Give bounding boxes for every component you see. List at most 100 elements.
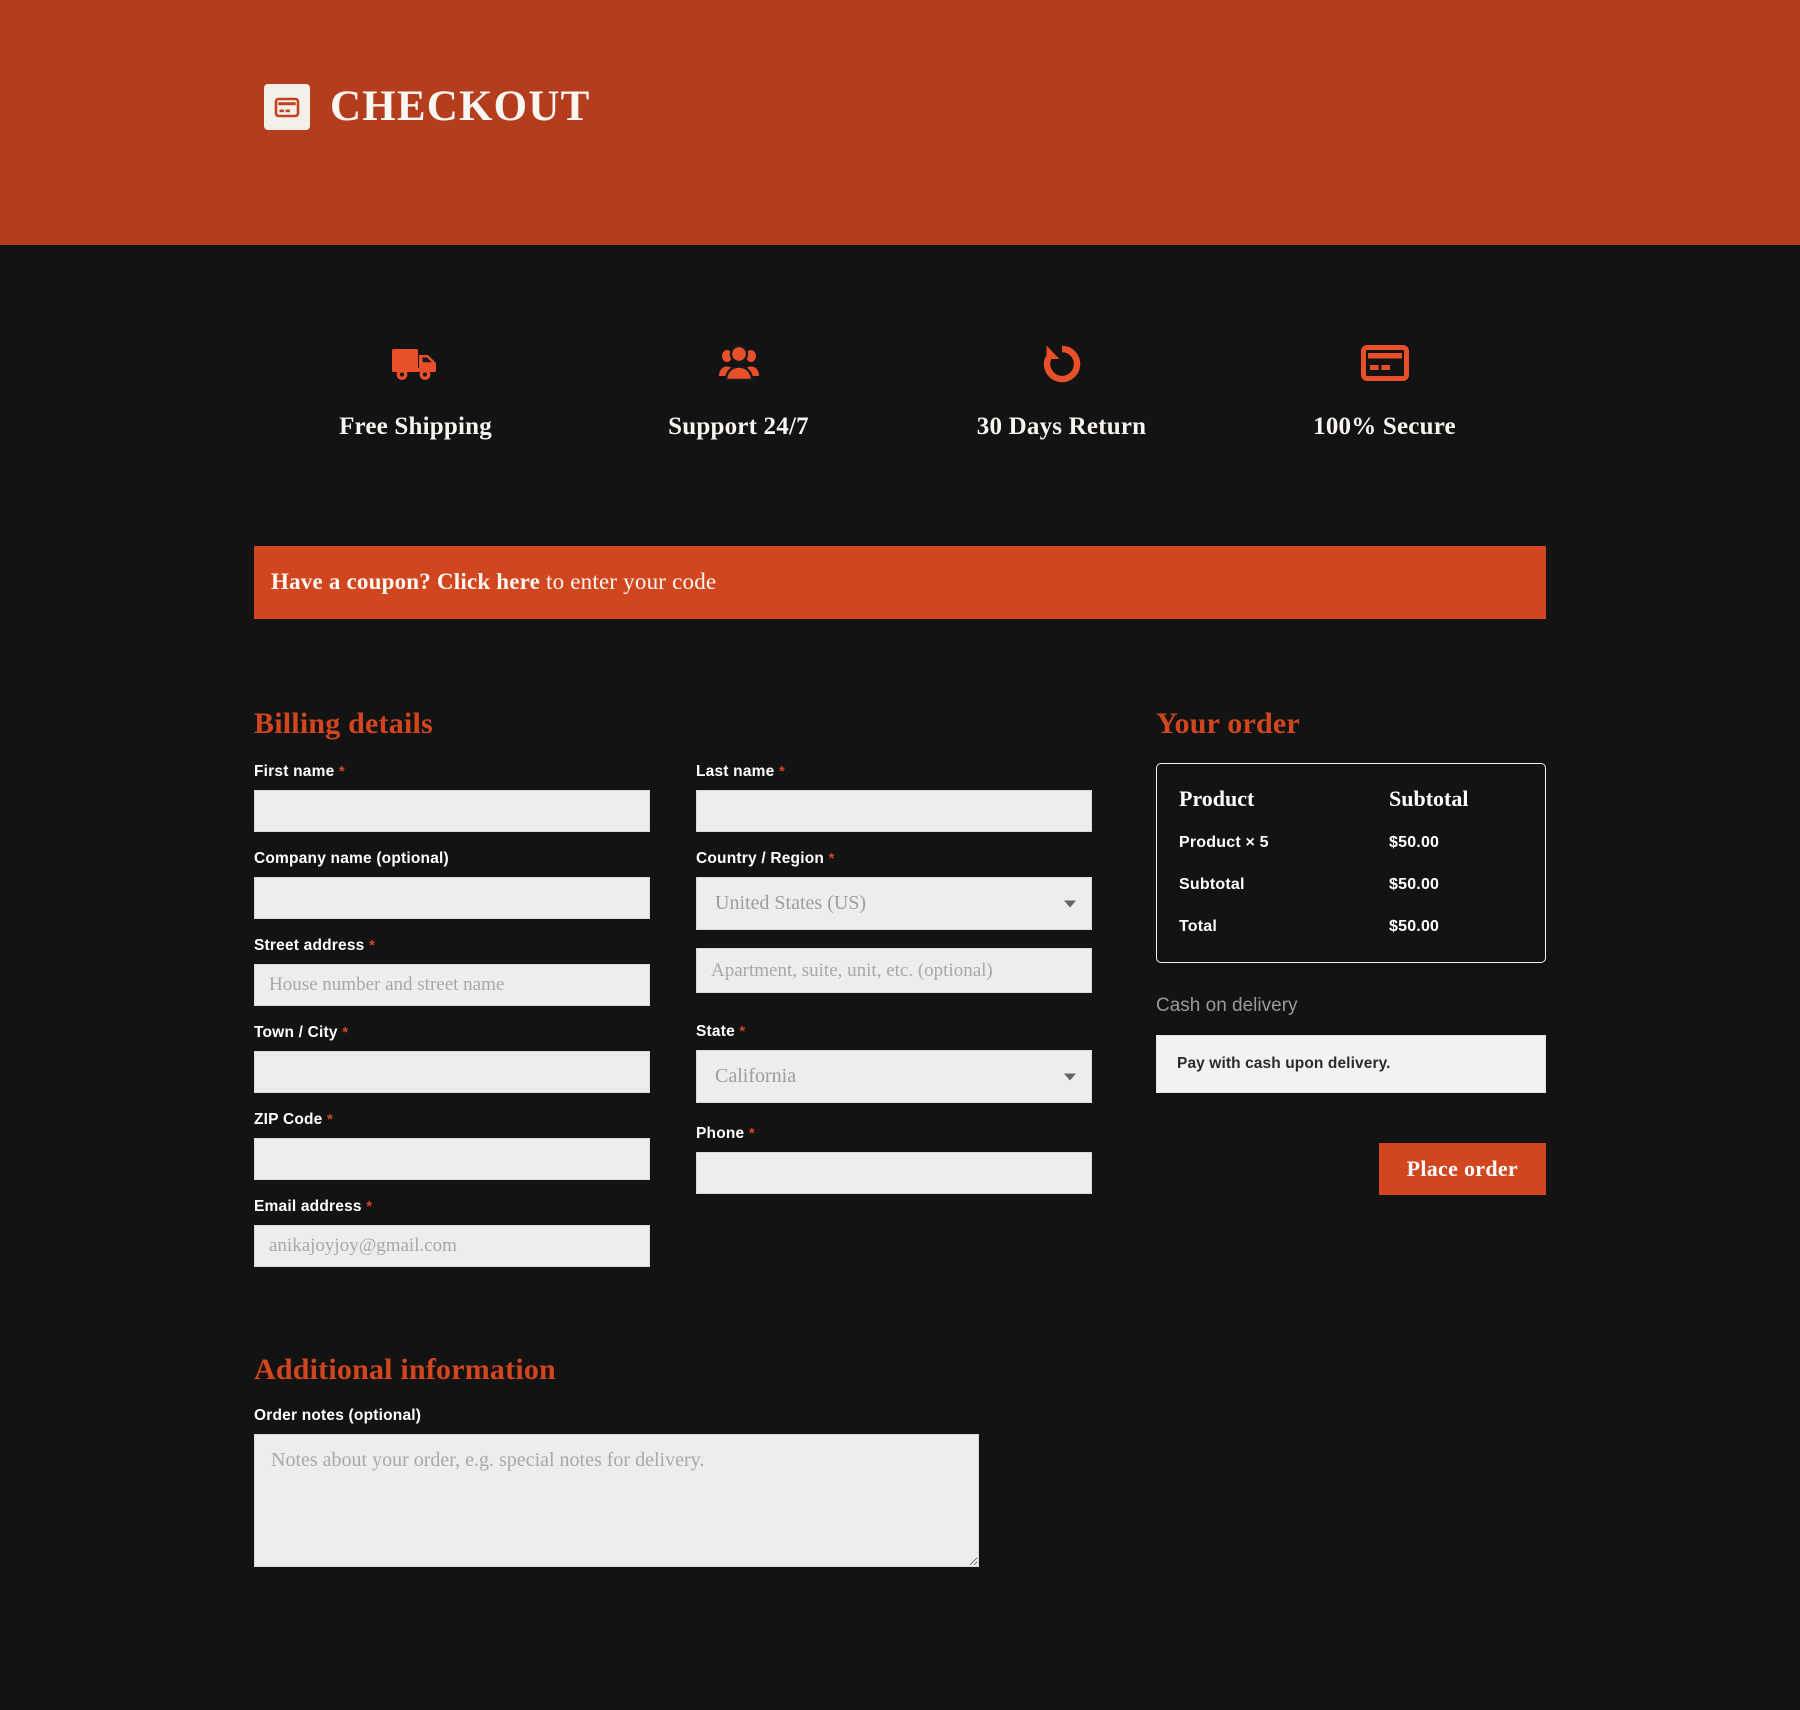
field-company: Company name (optional) <box>254 850 650 919</box>
coupon-link[interactable]: Have a coupon? Click here <box>271 569 540 594</box>
label-text: Country / Region <box>696 850 825 867</box>
feature-label: Support 24/7 <box>668 413 809 440</box>
apartment-input[interactable] <box>696 948 1092 993</box>
order-table: Product Subtotal Product × 5 $50.00 Subt… <box>1179 786 1523 936</box>
place-order-button[interactable]: Place order <box>1378 1143 1546 1195</box>
city-label: Town / City * <box>254 1024 650 1042</box>
required-asterisk: * <box>342 1024 349 1041</box>
required-asterisk: * <box>828 850 835 867</box>
table-row: Total $50.00 <box>1179 918 1523 936</box>
header-product: Product <box>1179 786 1255 811</box>
truck-icon <box>254 337 577 389</box>
zip-input[interactable] <box>254 1138 650 1180</box>
label-text: Email address <box>254 1198 362 1215</box>
required-asterisk: * <box>327 1111 334 1128</box>
order-table-header: Product Subtotal <box>1179 786 1523 834</box>
last-name-input[interactable] <box>696 790 1092 832</box>
street-address-label: Street address * <box>254 937 650 955</box>
field-email: Email address * <box>254 1198 650 1267</box>
company-label: Company name (optional) <box>254 850 650 868</box>
order-item-name: Product × 5 <box>1179 834 1269 851</box>
feature-label: 30 Days Return <box>976 413 1147 440</box>
billing-fields: First name * Company name (optional) Str… <box>254 763 1109 1285</box>
order-column: Your order Product Subtotal Product × 5 … <box>1156 707 1546 1195</box>
rotate-left-icon <box>900 337 1223 389</box>
features-row: Free Shipping Support 24/7 30 Days Retur… <box>254 245 1546 441</box>
state-select[interactable]: California <box>696 1050 1092 1103</box>
required-asterisk: * <box>338 763 345 780</box>
state-label: State * <box>696 1023 1092 1041</box>
order-notes-textarea[interactable] <box>254 1434 979 1567</box>
order-summary-box: Product Subtotal Product × 5 $50.00 Subt… <box>1156 763 1546 963</box>
additional-information: Additional information Order notes (opti… <box>254 1353 1109 1567</box>
feature-label: Free Shipping <box>339 413 492 440</box>
feature-secure: 100% Secure <box>1223 337 1546 441</box>
additional-title: Additional information <box>254 1353 556 1386</box>
country-label: Country / Region * <box>696 850 1092 868</box>
required-asterisk: * <box>739 1023 746 1040</box>
label-text: Company name (optional) <box>254 850 449 867</box>
phone-label: Phone * <box>696 1125 1092 1143</box>
street-address-input[interactable] <box>254 964 650 1006</box>
users-group-icon <box>577 337 900 389</box>
order-item-amount: $50.00 <box>1389 834 1440 851</box>
coupon-banner[interactable]: Have a coupon? Click here to enter your … <box>254 546 1546 619</box>
order-total-label: Total <box>1179 918 1218 935</box>
feature-label: 100% Secure <box>1313 413 1456 440</box>
page-header: CHECKOUT <box>0 0 1800 245</box>
brand-logo: CHECKOUT <box>264 82 590 131</box>
email-input[interactable] <box>254 1225 650 1267</box>
first-name-input[interactable] <box>254 790 650 832</box>
label-text: ZIP Code <box>254 1111 323 1128</box>
place-order-row: Place order <box>1156 1143 1546 1195</box>
table-row: Subtotal $50.00 <box>1179 876 1523 918</box>
label-text: Town / City <box>254 1024 338 1041</box>
coupon-suffix: to enter your code <box>540 569 717 594</box>
order-title: Your order <box>1156 707 1300 740</box>
checkout-main: Billing details First name * Company nam… <box>254 619 1546 1567</box>
city-input[interactable] <box>254 1051 650 1093</box>
field-first-name: First name * <box>254 763 650 832</box>
payment-method-label: Cash on delivery <box>1156 995 1298 1016</box>
label-text: First name <box>254 763 335 780</box>
field-zip: ZIP Code * <box>254 1111 650 1180</box>
billing-column: Billing details First name * Company nam… <box>254 707 1109 1567</box>
field-street-address: Street address * <box>254 937 650 1006</box>
required-asterisk: * <box>748 1125 755 1142</box>
label-text: Phone <box>696 1125 745 1142</box>
field-apartment <box>696 948 1092 993</box>
feature-returns: 30 Days Return <box>900 337 1223 441</box>
state-select-wrapper: California <box>696 1050 1092 1103</box>
country-select[interactable]: United States (US) <box>696 877 1092 930</box>
field-state: State * California <box>696 1023 1092 1103</box>
header-subtotal: Subtotal <box>1389 786 1469 811</box>
email-label: Email address * <box>254 1198 650 1216</box>
order-subtotal-label: Subtotal <box>1179 876 1245 893</box>
feature-support: Support 24/7 <box>577 337 900 441</box>
credit-card-icon <box>1223 337 1546 389</box>
label-text: Last name <box>696 763 775 780</box>
phone-input[interactable] <box>696 1152 1092 1194</box>
billing-column-left: First name * Company name (optional) Str… <box>254 763 650 1285</box>
zip-label: ZIP Code * <box>254 1111 650 1129</box>
order-subtotal-amount: $50.00 <box>1389 876 1440 893</box>
required-asterisk: * <box>369 937 376 954</box>
feature-free-shipping: Free Shipping <box>254 337 577 441</box>
country-select-wrapper: United States (US) <box>696 877 1092 930</box>
table-row: Product × 5 $50.00 <box>1179 834 1523 876</box>
field-phone: Phone * <box>696 1125 1092 1194</box>
payment-method-description: Pay with cash upon delivery. <box>1156 1035 1546 1093</box>
credit-card-icon <box>264 83 310 130</box>
field-last-name: Last name * <box>696 763 1092 832</box>
required-asterisk: * <box>778 763 786 780</box>
checkout-page: CHECKOUT Free Shipping Support 24/7 30 D… <box>0 0 1800 1710</box>
billing-column-right: Last name * Country / Region * United St… <box>696 763 1092 1285</box>
company-input[interactable] <box>254 877 650 919</box>
field-country: Country / Region * United States (US) <box>696 850 1092 930</box>
order-notes-label: Order notes (optional) <box>254 1407 422 1424</box>
page-title: CHECKOUT <box>330 83 591 130</box>
field-city: Town / City * <box>254 1024 650 1093</box>
label-text: Street address <box>254 937 365 954</box>
label-text: State <box>696 1023 735 1040</box>
first-name-label: First name * <box>254 763 650 781</box>
